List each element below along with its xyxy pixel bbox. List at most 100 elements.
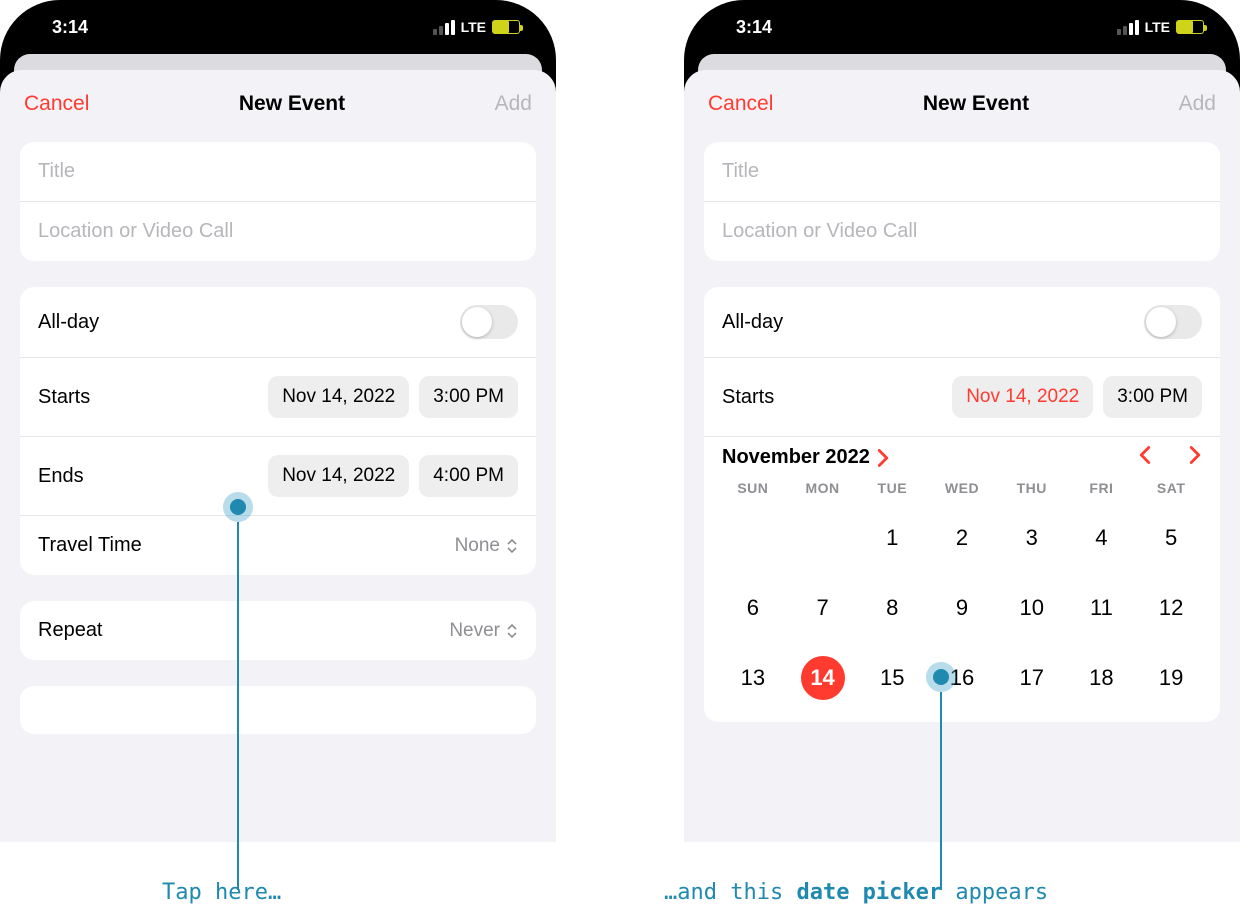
- title-field[interactable]: Title: [704, 142, 1220, 201]
- status-bar: 3:14 LTE: [0, 0, 556, 54]
- ends-date-button[interactable]: Nov 14, 2022: [268, 455, 409, 497]
- status-time: 3:14: [736, 17, 772, 38]
- calendar-next-button[interactable]: [1188, 445, 1202, 470]
- starts-label: Starts: [38, 386, 90, 409]
- phone-right: 3:14 LTE Cancel New Event Add Title Loca…: [684, 0, 1240, 842]
- annotation-right-prefix: …and this: [664, 880, 796, 905]
- calendar-day[interactable]: 15: [870, 656, 914, 700]
- truncated-group: [20, 686, 536, 734]
- carrier-label: LTE: [1145, 19, 1170, 35]
- calendar-day[interactable]: 18: [1079, 656, 1123, 700]
- allday-row: All-day: [704, 287, 1220, 357]
- allday-label: All-day: [722, 311, 783, 334]
- datetime-group-expanded: All-day Starts Nov 14, 2022 3:00 PM Nove…: [704, 287, 1220, 722]
- starts-time-button[interactable]: 3:00 PM: [1103, 376, 1202, 418]
- calendar-day[interactable]: 1: [870, 516, 914, 560]
- repeat-label: Repeat: [38, 619, 103, 642]
- title-placeholder: Title: [38, 160, 75, 183]
- calendar-day[interactable]: 10: [1010, 586, 1054, 630]
- sheet-navbar: Cancel New Event Add: [684, 70, 1240, 134]
- chevron-right-icon: [876, 448, 890, 468]
- calendar-day[interactable]: 5: [1149, 516, 1193, 560]
- allday-toggle[interactable]: [460, 305, 518, 339]
- cancel-button[interactable]: Cancel: [24, 92, 89, 116]
- starts-time-button[interactable]: 3:00 PM: [419, 376, 518, 418]
- calendar-weekday: WED: [927, 480, 997, 496]
- status-right-cluster: LTE: [1117, 19, 1204, 35]
- chevron-up-down-icon: [506, 538, 518, 554]
- title-location-group: Title Location or Video Call: [704, 142, 1220, 261]
- cellular-icon: [1117, 20, 1139, 35]
- calendar-month-button[interactable]: November 2022: [722, 446, 890, 469]
- datetime-group: All-day Starts Nov 14, 2022 3:00 PM Ends…: [20, 287, 536, 575]
- location-placeholder: Location or Video Call: [722, 220, 917, 243]
- calendar-weekday: FRI: [1067, 480, 1137, 496]
- allday-row: All-day: [20, 287, 536, 357]
- ends-label: Ends: [38, 465, 84, 488]
- calendar-day[interactable]: 13: [731, 656, 775, 700]
- status-time: 3:14: [52, 17, 88, 38]
- location-field[interactable]: Location or Video Call: [704, 201, 1220, 261]
- travel-time-value: None: [455, 535, 500, 557]
- calendar-weekday-row: SUNMONTUEWEDTHUFRISAT: [704, 476, 1220, 498]
- battery-charging-icon: [492, 20, 520, 34]
- modal-sheet: Cancel New Event Add Title Location or V…: [684, 70, 1240, 842]
- title-placeholder: Title: [722, 160, 759, 183]
- calendar-day[interactable]: 16: [940, 656, 984, 700]
- title-field[interactable]: Title: [20, 142, 536, 201]
- calendar-weekday: THU: [997, 480, 1067, 496]
- starts-label: Starts: [722, 386, 774, 409]
- starts-date-button-active[interactable]: Nov 14, 2022: [952, 376, 1093, 418]
- carrier-label: LTE: [461, 19, 486, 35]
- allday-toggle[interactable]: [1144, 305, 1202, 339]
- repeat-row[interactable]: Repeat Never: [20, 601, 536, 660]
- calendar-weekday: TUE: [857, 480, 927, 496]
- starts-row-active: Starts Nov 14, 2022 3:00 PM: [704, 357, 1220, 436]
- calendar-day[interactable]: 8: [870, 586, 914, 630]
- location-placeholder: Location or Video Call: [38, 220, 233, 243]
- calendar-header: November 2022: [704, 436, 1220, 476]
- calendar-day[interactable]: 3: [1010, 516, 1054, 560]
- cancel-button[interactable]: Cancel: [708, 92, 773, 116]
- calendar-day[interactable]: 17: [1010, 656, 1054, 700]
- annotation-right-bold: date picker: [796, 880, 942, 905]
- ends-row: Ends Nov 14, 2022 4:00 PM: [20, 436, 536, 515]
- annotation-caption-left: Tap here…: [162, 880, 281, 905]
- calendar-weekday: MON: [788, 480, 858, 496]
- allday-label: All-day: [38, 311, 99, 334]
- travel-time-row[interactable]: Travel Time None: [20, 515, 536, 575]
- travel-time-label: Travel Time: [38, 534, 142, 557]
- calendar-day[interactable]: 19: [1149, 656, 1193, 700]
- add-button[interactable]: Add: [495, 92, 532, 116]
- status-right-cluster: LTE: [433, 19, 520, 35]
- sheet-title: New Event: [239, 92, 345, 116]
- add-button[interactable]: Add: [1179, 92, 1216, 116]
- chevron-left-icon: [1138, 445, 1152, 465]
- location-field[interactable]: Location or Video Call: [20, 201, 536, 261]
- calendar-day[interactable]: 11: [1079, 586, 1123, 630]
- calendar-prev-button[interactable]: [1138, 445, 1152, 470]
- ends-time-button[interactable]: 4:00 PM: [419, 455, 518, 497]
- sheet-navbar: Cancel New Event Add: [0, 70, 556, 134]
- calendar-day[interactable]: 9: [940, 586, 984, 630]
- calendar-day[interactable]: 12: [1149, 586, 1193, 630]
- calendar-month-label: November 2022: [722, 446, 870, 469]
- repeat-value: Never: [449, 620, 500, 642]
- calendar-day[interactable]: 4: [1079, 516, 1123, 560]
- repeat-group: Repeat Never: [20, 601, 536, 660]
- calendar-day[interactable]: 2: [940, 516, 984, 560]
- starts-date-button[interactable]: Nov 14, 2022: [268, 376, 409, 418]
- starts-row: Starts Nov 14, 2022 3:00 PM: [20, 357, 536, 436]
- chevron-right-icon: [1188, 445, 1202, 465]
- cellular-icon: [433, 20, 455, 35]
- modal-sheet: Cancel New Event Add Title Location or V…: [0, 70, 556, 842]
- calendar-day[interactable]: 7: [801, 586, 845, 630]
- phone-left: 3:14 LTE Cancel New Event Add Title Loca…: [0, 0, 556, 842]
- calendar-day[interactable]: 14: [801, 656, 845, 700]
- annotation-right-suffix: appears: [942, 880, 1048, 905]
- calendar-day[interactable]: 6: [731, 586, 775, 630]
- sheet-title: New Event: [923, 92, 1029, 116]
- chevron-up-down-icon: [506, 623, 518, 639]
- battery-charging-icon: [1176, 20, 1204, 34]
- truncated-row: [20, 686, 536, 722]
